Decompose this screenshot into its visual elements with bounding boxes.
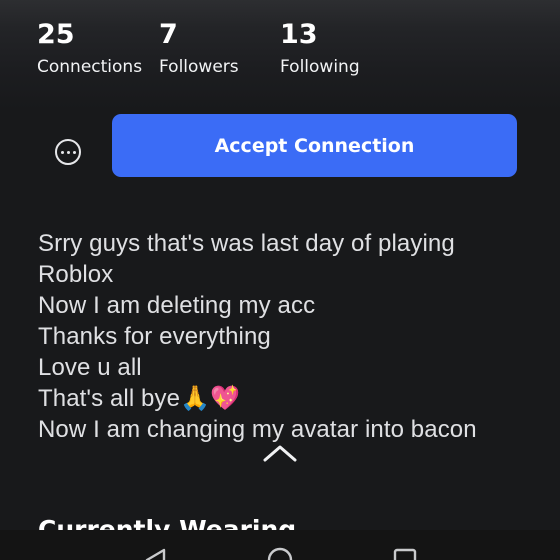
- about-line: Roblox: [38, 261, 114, 288]
- back-triangle-icon[interactable]: [142, 546, 170, 560]
- following-label: Following: [280, 57, 360, 77]
- about-line: That's all bye🙏💖: [38, 385, 241, 412]
- profile-stats: 25 Connections 7 Followers 13 Following: [0, 18, 560, 82]
- about-line: Now I am deleting my acc: [38, 292, 316, 319]
- following-count: 13: [280, 19, 318, 50]
- home-circle-icon[interactable]: [266, 546, 294, 560]
- about-line: Srry guys that's was last day of playing: [38, 230, 455, 257]
- profile-screen: 25 Connections 7 Followers 13 Following …: [0, 0, 560, 560]
- about-line: Thanks for everything: [38, 323, 271, 350]
- connections-stat[interactable]: 25 Connections: [37, 18, 142, 78]
- about-line: Now I am changing my avatar into bacon: [38, 416, 477, 443]
- chevron-up-icon[interactable]: [263, 443, 297, 463]
- followers-count: 7: [159, 19, 178, 50]
- more-options-button[interactable]: [55, 139, 81, 165]
- profile-about-text: Srry guys that's was last day of playing…: [38, 228, 538, 445]
- connections-count: 25: [37, 19, 75, 50]
- accept-connection-button[interactable]: Accept Connection: [112, 114, 517, 177]
- connections-label: Connections: [37, 57, 143, 77]
- more-horizontal-circle-icon: [60, 150, 64, 154]
- following-stat[interactable]: 13 Following: [280, 18, 360, 78]
- followers-stat[interactable]: 7 Followers: [159, 18, 239, 78]
- more-dot: [72, 150, 76, 154]
- about-line: Love u all: [38, 354, 142, 381]
- recents-square-icon[interactable]: [391, 546, 419, 560]
- system-navigation-bar: [0, 530, 560, 560]
- more-dot: [66, 150, 70, 154]
- followers-label: Followers: [159, 57, 239, 77]
